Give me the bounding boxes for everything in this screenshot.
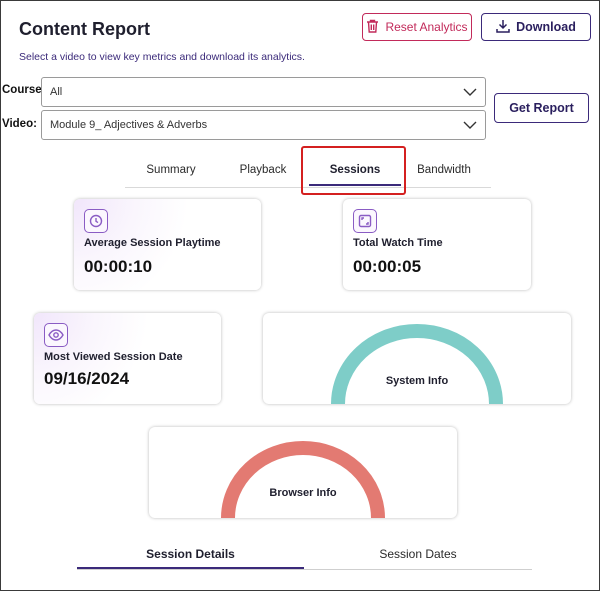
total-watch-time-value: 00:00:05 (353, 257, 422, 276)
chevron-down-icon (463, 120, 477, 133)
reset-analytics-label: Reset Analytics (385, 20, 468, 34)
most-viewed-session-card: Most Viewed Session Date 09/16/2024 (34, 313, 221, 404)
eye-icon (44, 323, 68, 347)
course-select-value: All (50, 86, 63, 98)
system-info-card: System Info (263, 313, 571, 404)
page-subtitle: Select a video to view key metrics and d… (19, 51, 305, 63)
reset-analytics-button[interactable]: Reset Analytics (362, 13, 472, 41)
tab-summary[interactable]: Summary (125, 152, 217, 187)
download-button[interactable]: Download (481, 13, 591, 41)
tab-session-details[interactable]: Session Details (77, 540, 304, 569)
tab-playback[interactable]: Playback (217, 152, 309, 187)
tab-bandwidth[interactable]: Bandwidth (397, 152, 491, 187)
avg-session-playtime-value: 00:00:10 (84, 257, 153, 276)
avg-session-playtime-label: Average Session Playtime (84, 237, 221, 249)
get-report-button[interactable]: Get Report (494, 93, 589, 123)
download-icon (496, 19, 510, 36)
video-select-value: Module 9_ Adjectives & Adverbs (50, 119, 208, 131)
video-select[interactable]: Module 9_ Adjectives & Adverbs (41, 110, 486, 140)
course-select[interactable]: All (41, 77, 486, 107)
chevron-down-icon (463, 87, 477, 100)
session-tabs: Session Details Session Dates (77, 540, 532, 570)
video-label: Video: (2, 118, 37, 130)
sessions-tab-highlight (301, 146, 406, 195)
system-info-gauge (331, 324, 503, 404)
expand-icon (353, 209, 377, 233)
total-watch-time-label: Total Watch Time (353, 237, 443, 249)
most-viewed-session-label: Most Viewed Session Date (44, 351, 183, 363)
clock-icon (84, 209, 108, 233)
most-viewed-session-value: 09/16/2024 (44, 369, 130, 388)
trash-icon (366, 19, 379, 36)
course-label: Course: (2, 84, 46, 96)
tab-session-dates[interactable]: Session Dates (304, 540, 532, 568)
browser-info-card: Browser Info (149, 427, 457, 518)
browser-info-label: Browser Info (269, 487, 337, 499)
system-info-label: System Info (385, 375, 449, 387)
avg-session-playtime-card: Average Session Playtime 00:00:10 (74, 199, 261, 290)
page-title: Content Report (19, 19, 150, 39)
browser-info-gauge (221, 441, 385, 518)
download-label: Download (516, 20, 576, 34)
total-watch-time-card: Total Watch Time 00:00:05 (343, 199, 531, 290)
